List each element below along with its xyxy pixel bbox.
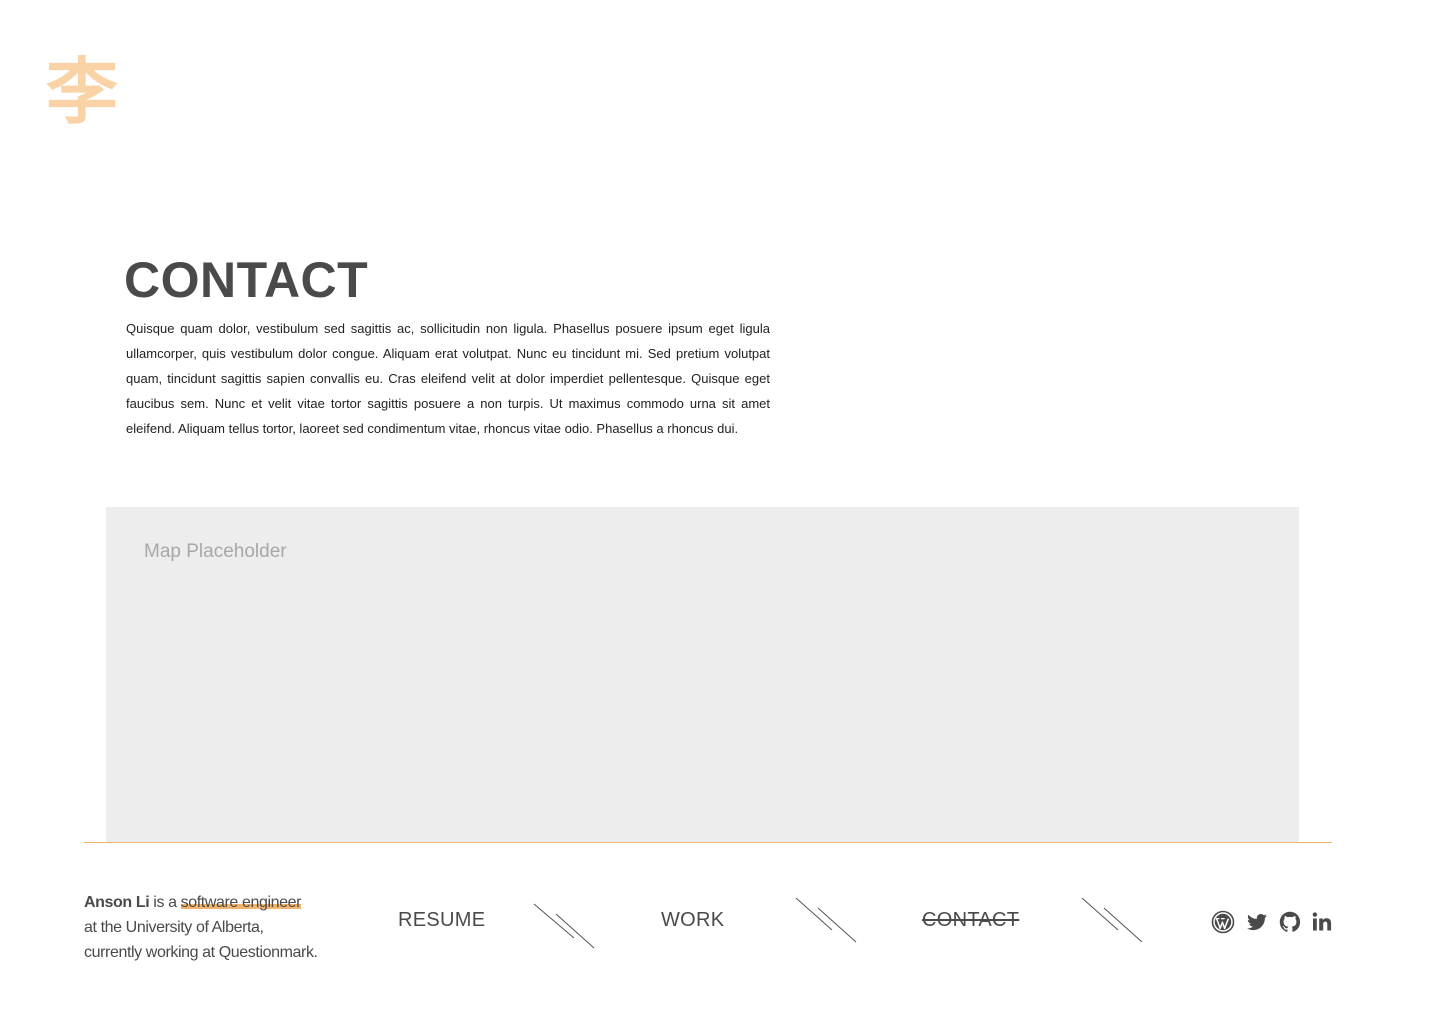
nav-slash-decoration bbox=[533, 903, 595, 949]
wordpress-icon[interactable] bbox=[1211, 910, 1235, 934]
bio-role: software engineer bbox=[180, 894, 302, 911]
nav-slash-decoration bbox=[795, 897, 857, 943]
bio-name: Anson Li bbox=[84, 894, 150, 911]
bio-line-3: currently working at Questionmark. bbox=[84, 944, 318, 961]
bio-connector: is a bbox=[149, 894, 181, 911]
nav-link-work[interactable]: WORK bbox=[661, 906, 724, 934]
map-placeholder[interactable]: Map Placeholder bbox=[106, 507, 1299, 842]
nav-slash-decoration bbox=[1081, 897, 1143, 943]
map-placeholder-label: Map Placeholder bbox=[144, 541, 287, 562]
page-title: CONTACT bbox=[124, 252, 369, 308]
bio-line-1: Anson Li is a software engineer bbox=[84, 890, 354, 915]
footer-divider bbox=[84, 842, 1332, 843]
github-icon[interactable] bbox=[1278, 910, 1302, 934]
logo-character: 李 bbox=[46, 49, 119, 134]
twitter-icon[interactable] bbox=[1245, 910, 1269, 934]
footer-bio: Anson Li is a software engineer at the U… bbox=[84, 890, 354, 965]
intro-paragraph: Quisque quam dolor, vestibulum sed sagit… bbox=[126, 321, 770, 436]
logo[interactable]: 李 bbox=[46, 44, 119, 140]
nav-link-resume[interactable]: RESUME bbox=[398, 906, 485, 934]
bio-line-2: at the University of Alberta, bbox=[84, 919, 264, 936]
linkedin-icon[interactable] bbox=[1310, 910, 1334, 934]
nav-link-contact-label: CONTACT bbox=[922, 909, 1020, 931]
nav-link-contact[interactable]: CONTACT bbox=[922, 906, 1019, 934]
